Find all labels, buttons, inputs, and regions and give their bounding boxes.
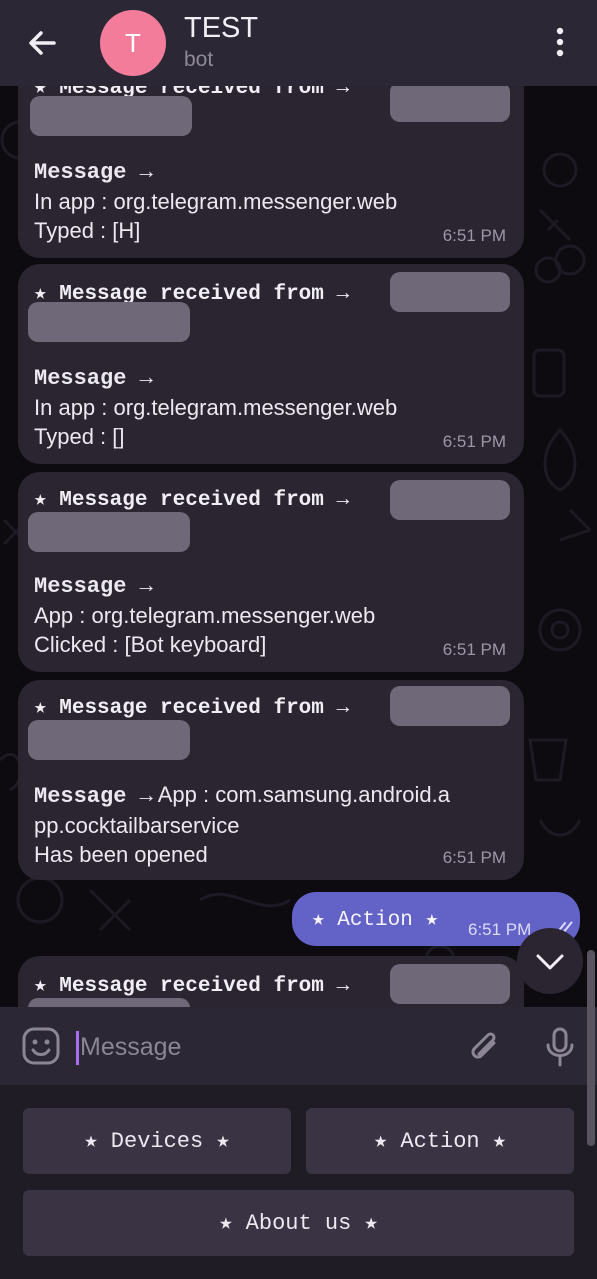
message-line: In app : org.telegram.messenger.web <box>34 189 398 214</box>
emoji-icon[interactable] <box>22 1027 60 1065</box>
back-arrow-icon[interactable] <box>22 22 64 64</box>
scrollbar[interactable] <box>587 950 595 1146</box>
message-label: Message → <box>34 574 153 599</box>
message-header: ★ Message received from → <box>34 697 350 720</box>
message-time: 6:51 PM <box>442 432 506 451</box>
attach-icon[interactable] <box>468 1029 502 1065</box>
redacted-sender <box>390 686 510 726</box>
message-time: 6:51 PM <box>442 226 506 245</box>
avatar[interactable]: T <box>100 10 166 76</box>
more-vertical-icon[interactable] <box>548 26 572 60</box>
redacted-sender <box>390 964 510 1004</box>
chevron-down-icon <box>536 954 564 970</box>
message-line: In app : org.telegram.messenger.web <box>34 395 398 420</box>
text-cursor <box>76 1031 79 1065</box>
keyboard-button-action[interactable]: ★ Action ★ <box>306 1108 574 1174</box>
chat-title[interactable]: TEST <box>184 12 258 45</box>
message-header: ★ Message received from → <box>34 489 350 512</box>
bot-keyboard: ★ Devices ★ ★ Action ★ ★ About us ★ <box>0 1085 597 1279</box>
redacted-sender <box>30 96 192 136</box>
message-header: ★ Message received from → <box>34 975 350 998</box>
message-label: Message → <box>34 366 153 391</box>
message-bubble[interactable]: ★ Message received from → Message → In a… <box>18 264 524 464</box>
mic-icon[interactable] <box>544 1027 576 1067</box>
message-composer <box>0 1007 597 1085</box>
keyboard-button-devices[interactable]: ★ Devices ★ <box>23 1108 291 1174</box>
message-time: 6:51 PM <box>442 640 506 659</box>
redacted-sender <box>390 272 510 312</box>
message-bubble[interactable]: ★ Message received from → Message → App … <box>18 472 524 672</box>
redacted-sender <box>390 480 510 520</box>
message-line: pp.cocktailbarservice <box>34 813 240 838</box>
message-bubble[interactable]: ★ Message received from → Message → App … <box>18 680 524 880</box>
chat-subtitle: bot <box>184 48 214 71</box>
keyboard-button-about-us[interactable]: ★ About us ★ <box>23 1190 574 1256</box>
message-label: Message → <box>34 784 153 809</box>
redacted-sender <box>390 82 510 122</box>
redacted-sender <box>28 720 190 760</box>
message-input[interactable] <box>80 1029 440 1065</box>
outgoing-message-text: ★ Action ★ <box>312 909 439 932</box>
message-first-line: Message → App : com.samsung.android.a <box>34 780 514 811</box>
message-line: App : org.telegram.messenger.web <box>34 603 376 628</box>
message-label: Message → <box>34 160 153 185</box>
chat-header: T TEST bot <box>0 0 597 86</box>
scroll-to-bottom-button[interactable] <box>517 928 583 994</box>
message-time: 6:51 PM <box>442 848 506 867</box>
message-line: App : com.samsung.android.a <box>157 782 451 807</box>
redacted-sender <box>28 302 190 342</box>
redacted-sender <box>28 512 190 552</box>
